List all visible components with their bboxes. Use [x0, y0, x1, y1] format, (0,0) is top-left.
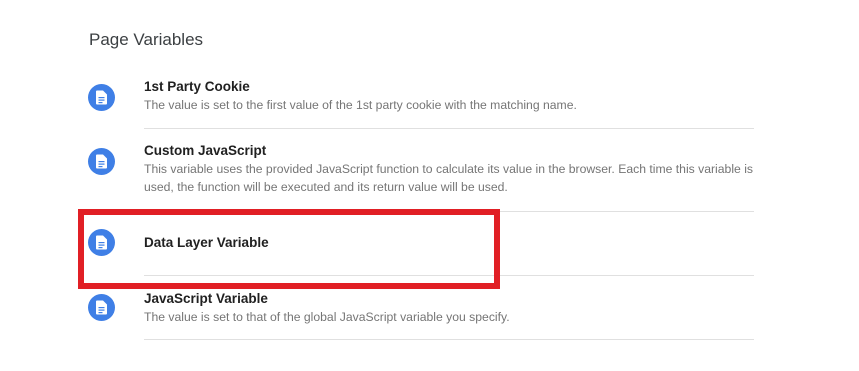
variable-name: 1st Party Cookie — [144, 79, 250, 94]
variable-item-javascript-variable[interactable]: JavaScript Variable The value is set to … — [82, 290, 754, 330]
divider — [144, 211, 754, 212]
variable-name: Custom JavaScript — [144, 143, 267, 158]
variable-description: The value is set to that of the global J… — [144, 310, 510, 324]
document-icon — [88, 229, 115, 256]
divider — [144, 128, 754, 129]
document-icon — [88, 148, 115, 175]
page-variables-section-title: Page Variables — [89, 30, 204, 49]
divider — [144, 275, 754, 276]
variable-name: JavaScript Variable — [144, 291, 268, 306]
variable-item-custom-javascript[interactable]: Custom JavaScript This variable uses the… — [82, 142, 754, 204]
variable-item-data-layer-variable[interactable]: Data Layer Variable — [82, 228, 754, 258]
variable-description: This variable uses the provided JavaScri… — [144, 162, 753, 194]
variable-item-1st-party-cookie[interactable]: 1st Party Cookie The value is set to the… — [82, 78, 754, 124]
variable-name: Data Layer Variable — [144, 235, 269, 250]
document-icon — [88, 84, 115, 111]
variable-description: The value is set to the first value of t… — [144, 98, 577, 112]
document-icon — [88, 294, 115, 321]
divider — [144, 339, 754, 340]
